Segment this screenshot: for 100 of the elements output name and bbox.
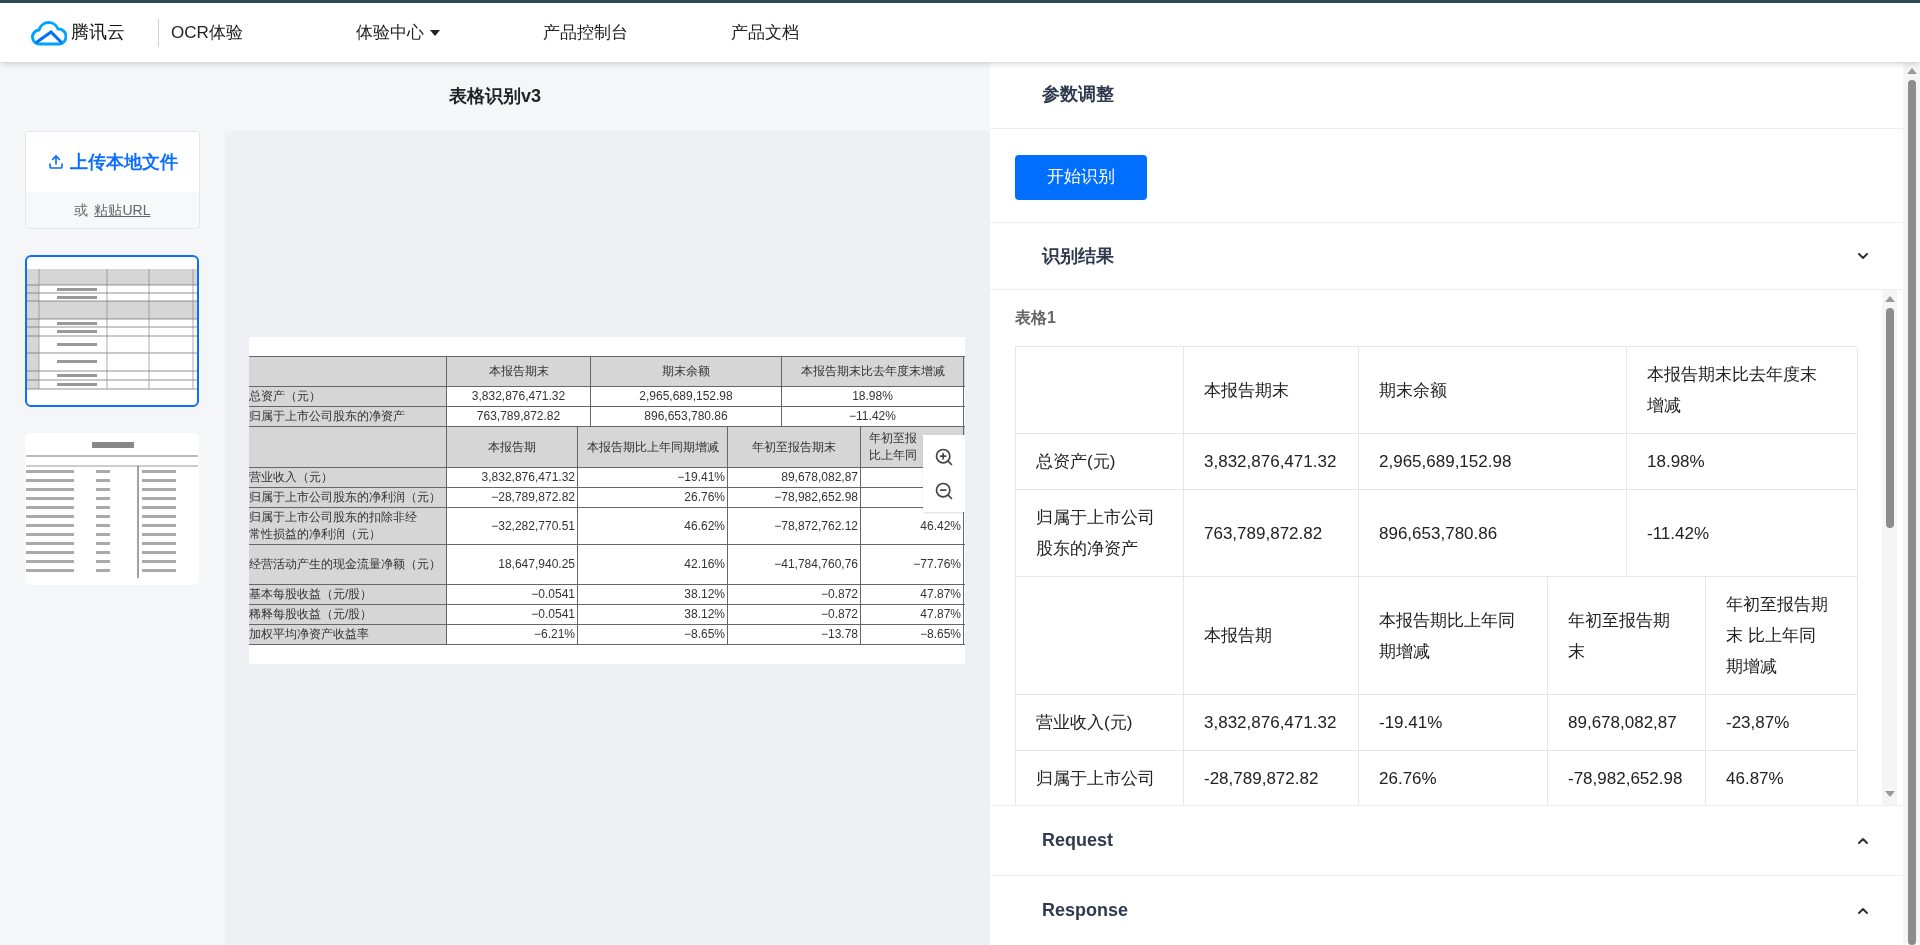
- table-cell: -28,789,872.82: [1184, 751, 1359, 805]
- table-cell: 46.87%: [1706, 751, 1858, 805]
- table-cell: 3,832,876,471.32: [1184, 695, 1359, 751]
- table-cell: 89,678,082,87: [1548, 695, 1706, 751]
- upload-icon: [47, 154, 64, 170]
- table-cell: −8.65%: [578, 625, 728, 644]
- table-cell: −78,872,762.12: [728, 508, 861, 544]
- nav-link[interactable]: 产品文档: [731, 19, 799, 46]
- scrollbar-thumb[interactable]: [1885, 308, 1894, 528]
- row-label: 加权平均净资产收益率: [249, 625, 447, 644]
- table-cell: −19.41%: [578, 468, 728, 487]
- table-cell: 38.12%: [578, 585, 728, 604]
- table-header-cell: 本报告期: [447, 427, 578, 467]
- row-label: 归属于上市公司股东的净资产: [1016, 490, 1184, 577]
- table-title: 表格1: [1015, 308, 1057, 328]
- table-header-cell: 年初至报告期末: [1548, 577, 1706, 695]
- table-cell: −0.0541: [447, 585, 578, 604]
- nav-link[interactable]: 体验中心: [356, 19, 440, 46]
- brand-name[interactable]: 腾讯云: [71, 19, 125, 46]
- zoom-out-icon[interactable]: [934, 480, 954, 501]
- table-cell: 47.87%: [861, 585, 964, 604]
- table-header-cell: 本报告期末: [1184, 347, 1359, 434]
- row-label: 归属于上市公司: [1016, 751, 1184, 805]
- table-cell: 3,832,876,471.32: [447, 387, 591, 406]
- table-cell: 89,678,082,87: [728, 468, 861, 487]
- page-thumbnail[interactable]: [25, 255, 199, 407]
- table-header-cell: 本报告期: [1184, 577, 1359, 695]
- section-title: Response: [1042, 899, 1129, 922]
- table-cell: 896,653,780.86: [1359, 490, 1627, 577]
- table-header-cell: 期末余额: [591, 357, 782, 386]
- header-text-line: 比上年同: [869, 447, 917, 464]
- table-cell: −8.65%: [861, 625, 964, 644]
- table-cell: −0.872: [728, 585, 861, 604]
- section-title: 识别结果: [1042, 244, 1114, 268]
- table-cell: −0.0541: [447, 605, 578, 624]
- header-text-line: 年初至报: [869, 430, 917, 447]
- nav-link[interactable]: 产品控制台: [543, 19, 628, 46]
- table-cell: 42.16%: [578, 545, 728, 584]
- table-cell: 3,832,876,471.32: [1184, 434, 1359, 490]
- row-label: 营业收入(元): [1016, 695, 1184, 751]
- row-label-line: 归属于上市公司股东的扣除非经: [249, 509, 418, 526]
- table-cell: 46.62%: [578, 508, 728, 544]
- zoom-in-icon[interactable]: [934, 446, 954, 467]
- scrollbar[interactable]: [1882, 290, 1897, 805]
- row-label-line: 常性损益的净利润（元）: [249, 526, 382, 543]
- table-cell: -78,982,652.98: [1548, 751, 1706, 805]
- table-cell: 2,965,689,152.98: [591, 387, 782, 406]
- table-cell: 3,832,876,471.32: [447, 468, 578, 487]
- product-name[interactable]: OCR体验: [171, 19, 243, 46]
- section-title: 参数调整: [1042, 83, 1114, 107]
- table-cell: -11.42%: [1627, 490, 1858, 577]
- table-cell: −78,982,652.98: [728, 488, 861, 507]
- table-cell: 763,789,872.82: [1184, 490, 1359, 577]
- or-text: 或: [74, 200, 89, 220]
- table-cell: 18,647,940.25: [447, 545, 578, 584]
- table-header-cell: 本报告期末比去年度末增减: [782, 357, 964, 386]
- table-cell: −32,282,770.51: [447, 508, 578, 544]
- table-cell: 18.98%: [782, 387, 964, 406]
- table-cell: 26.76%: [578, 488, 728, 507]
- table-header-cell: 本报告期比上年同期增减: [578, 427, 728, 467]
- row-label: 总资产（元）: [249, 387, 447, 406]
- cloud-logo-icon: [31, 19, 67, 46]
- table-cell: 18.98%: [1627, 434, 1858, 490]
- table-cell: 763,789,872.82: [447, 407, 591, 426]
- table-header-cell: 本报告期末: [447, 357, 591, 386]
- table-cell: 47.87%: [861, 605, 964, 624]
- row-label: 总资产(元): [1016, 434, 1184, 490]
- scroll-up-arrow-icon[interactable]: [1906, 68, 1917, 74]
- table-cell: 26.76%: [1359, 751, 1548, 805]
- table-cell: 2,965,689,152.98: [1359, 434, 1627, 490]
- table-cell: -19.41%: [1359, 695, 1548, 751]
- scroll-down-arrow-icon[interactable]: [1884, 791, 1895, 797]
- row-label: 营业收入（元）: [249, 468, 447, 487]
- table-cell: −41,784,760,76: [728, 545, 861, 584]
- row-label: 稀释每股收益（元/股）: [249, 605, 447, 624]
- table-cell: 38.12%: [578, 605, 728, 624]
- table-cell: −13.78: [728, 625, 861, 644]
- table-header-cell: 本报告期比上年同期增减: [1359, 577, 1548, 695]
- section-title: Request: [1042, 829, 1113, 852]
- table-cell: −28,789,872.82: [447, 488, 578, 507]
- page-title: 表格识别v3: [449, 85, 541, 108]
- table-cell: 896,653,780.86: [591, 407, 782, 426]
- row-label: 归属于上市公司股东的净利润（元）: [249, 488, 447, 507]
- table-cell: −77.76%: [861, 545, 964, 584]
- page-thumbnail[interactable]: [25, 433, 199, 585]
- paste-url-link[interactable]: 粘贴URL: [94, 199, 151, 221]
- row-label: 经营活动产生的现金流量净额（元）: [249, 545, 447, 584]
- row-label: 归属于上市公司股东的净资产: [249, 407, 447, 426]
- row-label: 基本每股收益（元/股）: [249, 585, 447, 604]
- table-header-cell: 年初至报告期末 比上年同期增减: [1706, 577, 1858, 695]
- table-header-cell: 本报告期末比去年度末增减: [1627, 347, 1858, 434]
- upload-button[interactable]: 上传本地文件: [26, 132, 199, 192]
- table-header-cell: 期末余额: [1359, 347, 1627, 434]
- scroll-up-arrow-icon[interactable]: [1884, 296, 1895, 302]
- table-cell: −0.872: [728, 605, 861, 624]
- table-cell: −11.42%: [782, 407, 964, 426]
- table-cell: −6.21%: [447, 625, 578, 644]
- table-header-cell: 年初至报告期末: [728, 427, 861, 467]
- start-recognition-button[interactable]: 开始识别: [1015, 154, 1147, 200]
- scrollbar-thumb[interactable]: [1907, 80, 1916, 945]
